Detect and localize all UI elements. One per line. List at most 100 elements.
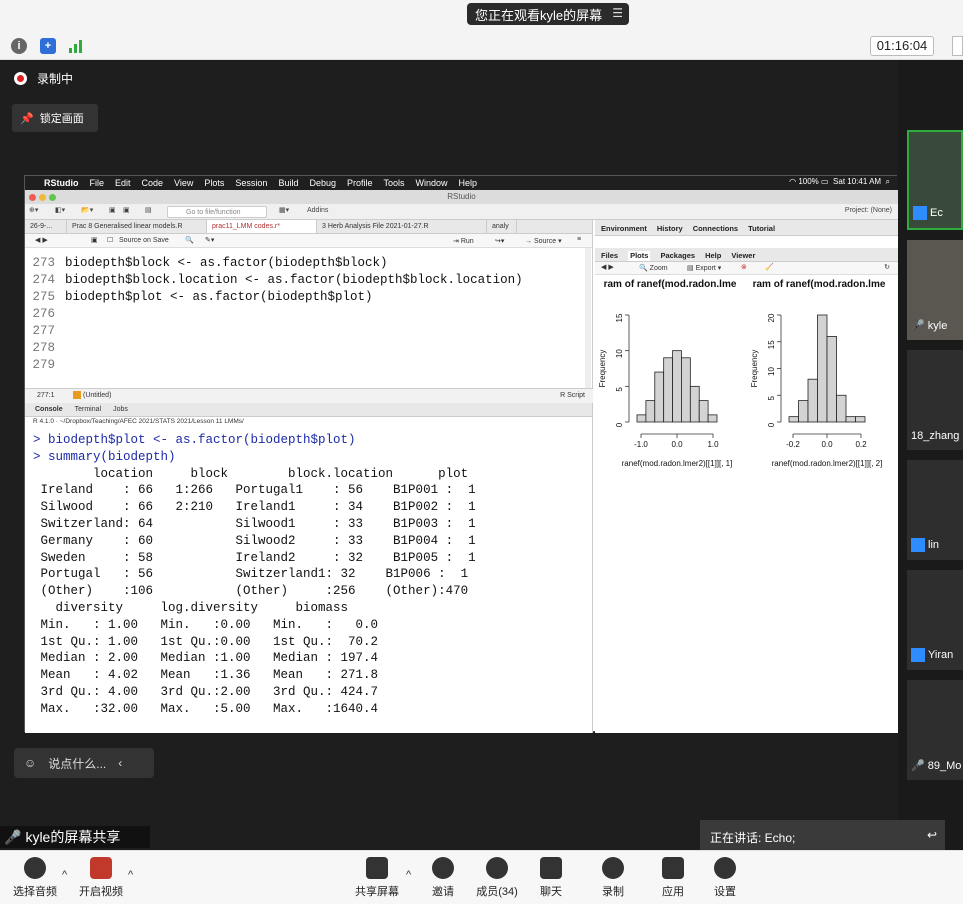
editor-tab[interactable]: 26-9-... <box>25 220 67 233</box>
source-on-save-checkbox[interactable]: ☐ <box>107 236 113 244</box>
lock-screen-button[interactable]: 📌 锁定画面 <box>12 104 98 132</box>
menu-item[interactable]: File <box>90 178 105 188</box>
save-icon[interactable]: ▣ <box>91 236 98 244</box>
project-menu[interactable]: Project: (None) <box>845 207 892 214</box>
save-all-icon[interactable]: ▣ <box>123 206 130 214</box>
scope-selector[interactable]: (Untitled) <box>83 392 111 399</box>
tab-files[interactable]: Files <box>601 251 618 261</box>
participant-tile[interactable]: 🎤 89_Mo <box>907 680 963 780</box>
menu-item[interactable]: Tools <box>384 178 405 188</box>
tab-viewer[interactable]: Viewer <box>731 251 755 261</box>
chevron-left-icon[interactable]: ‹ <box>118 756 122 770</box>
code-line[interactable]: 276 <box>25 307 65 324</box>
reply-icon[interactable]: ↩ <box>927 828 937 842</box>
minimize-window-icon[interactable] <box>39 194 46 201</box>
new-file-icon[interactable]: ⊕▾ <box>29 206 38 214</box>
search-icon[interactable]: 🔍 <box>185 236 194 244</box>
apps-button[interactable]: 应用 <box>658 857 688 899</box>
outline-icon[interactable]: ≡ <box>577 236 581 243</box>
editor-tab[interactable]: 3 Herb Analysis File 2021-01-27.R <box>317 220 487 233</box>
menu-item[interactable]: Help <box>459 178 478 188</box>
wifi-icon[interactable]: ◠ <box>789 177 796 186</box>
zoom-button[interactable]: 🔍 Zoom <box>639 264 668 272</box>
new-project-icon[interactable]: ◧▾ <box>55 206 65 214</box>
tab-terminal[interactable]: Terminal <box>75 406 101 416</box>
tab-environment[interactable]: Environment <box>601 224 647 235</box>
search-icon[interactable]: ⌕ <box>886 177 890 186</box>
editor-tab[interactable]: Prac 8 Generalised linear models.R <box>67 220 207 233</box>
menu-item[interactable]: Code <box>142 178 164 188</box>
close-window-icon[interactable] <box>29 194 36 201</box>
settings-button[interactable]: 设置 <box>710 857 740 899</box>
code-line[interactable]: 279 <box>25 358 65 375</box>
signal-icon[interactable] <box>68 38 84 59</box>
run-button[interactable]: ⇥ Run <box>453 237 474 245</box>
tab-jobs[interactable]: Jobs <box>113 406 128 416</box>
wand-icon[interactable]: ✎▾ <box>205 236 214 244</box>
record-button[interactable]: 录制 <box>598 857 628 899</box>
invite-button[interactable]: 邀请 <box>428 857 458 899</box>
editor-tab-active[interactable]: prac11_LMM codes.r* <box>207 220 317 233</box>
code-line[interactable]: 278 <box>25 341 65 358</box>
broom-icon[interactable]: 🧹 <box>765 263 774 271</box>
shield-icon[interactable]: + <box>40 38 56 54</box>
tab-plots[interactable]: Plots <box>628 251 651 261</box>
file-type-selector[interactable]: R Script <box>560 392 585 399</box>
audio-button[interactable]: 选择音频 <box>10 857 60 899</box>
menu-item[interactable]: Window <box>416 178 448 188</box>
open-file-icon[interactable]: 📂▾ <box>81 206 93 214</box>
participant-tile[interactable]: 18_zhang <box>907 350 963 450</box>
chevron-up-icon[interactable]: ^ <box>128 869 133 881</box>
video-button[interactable]: 开启视频 <box>76 857 126 899</box>
print-icon[interactable]: ▤ <box>145 206 152 214</box>
tab-console[interactable]: Console <box>35 406 63 416</box>
grid-icon[interactable]: ▦▾ <box>279 206 289 214</box>
tab-help[interactable]: Help <box>705 251 721 261</box>
menu-icon[interactable]: ☰ <box>612 6 623 20</box>
chat-input[interactable]: ☺ 说点什么... ‹ <box>14 748 154 778</box>
remove-plot-icon[interactable]: ⊗ <box>741 263 747 271</box>
goto-file-input[interactable]: Go to file/function <box>167 206 267 218</box>
chevron-up-icon[interactable]: ^ <box>62 869 67 881</box>
menu-item[interactable]: RStudio <box>44 178 79 188</box>
back-icon[interactable]: ◀ ▶ <box>35 236 48 244</box>
chat-button[interactable]: 聊天 <box>536 857 566 899</box>
share-banner[interactable]: 您正在观看kyle的屏幕 ☰ <box>467 3 629 25</box>
menu-item[interactable]: Plots <box>204 178 224 188</box>
participant-tile[interactable]: lin <box>907 460 963 560</box>
participant-tile[interactable]: Ec <box>907 130 963 230</box>
code-line[interactable]: 273 biodepth$block <- as.factor(biodepth$… <box>25 256 387 273</box>
emoji-icon[interactable]: ☺ <box>24 756 36 770</box>
addins-menu[interactable]: Addins <box>307 207 328 214</box>
editor-scrollbar[interactable] <box>585 248 591 388</box>
menu-item[interactable]: Session <box>235 178 267 188</box>
menu-item[interactable]: Edit <box>115 178 131 188</box>
view-toggle-button[interactable] <box>952 36 963 56</box>
menu-item[interactable]: Build <box>278 178 298 188</box>
export-button[interactable]: ▤ Export ▾ <box>687 264 721 272</box>
tab-tutorial[interactable]: Tutorial <box>748 224 775 235</box>
menu-item[interactable]: View <box>174 178 193 188</box>
tab-connections[interactable]: Connections <box>693 224 738 235</box>
participant-tile[interactable]: Yiran <box>907 570 963 670</box>
recording-indicator[interactable]: 录制中 <box>14 70 73 87</box>
chevron-up-icon[interactable]: ^ <box>406 869 411 881</box>
zoom-window-icon[interactable] <box>49 194 56 201</box>
code-line[interactable]: 275 biodepth$plot <- as.factor(biodepth$p… <box>25 290 372 307</box>
code-line[interactable]: 277 <box>25 324 65 341</box>
menu-item[interactable]: Debug <box>309 178 336 188</box>
arrow-left-icon[interactable]: ◀ ▶ <box>601 263 614 271</box>
source-button[interactable]: → Source ▾ <box>525 237 562 245</box>
info-icon[interactable]: i <box>11 38 27 54</box>
save-icon[interactable]: ▣ <box>109 206 116 214</box>
refresh-icon[interactable]: ↻ <box>884 263 890 271</box>
share-screen-button[interactable]: 共享屏幕 <box>352 857 402 899</box>
tab-packages[interactable]: Packages <box>660 251 695 261</box>
participant-tile[interactable]: 🎤 kyle <box>907 240 963 340</box>
rerun-icon[interactable]: ↪▾ <box>495 237 504 245</box>
code-line[interactable]: 274 biodepth$block.location <- as.factor(… <box>25 273 522 290</box>
tab-history[interactable]: History <box>657 224 683 235</box>
members-button[interactable]: 成员(34) <box>472 857 522 899</box>
editor-tab[interactable]: analy <box>487 220 517 233</box>
menu-item[interactable]: Profile <box>347 178 373 188</box>
